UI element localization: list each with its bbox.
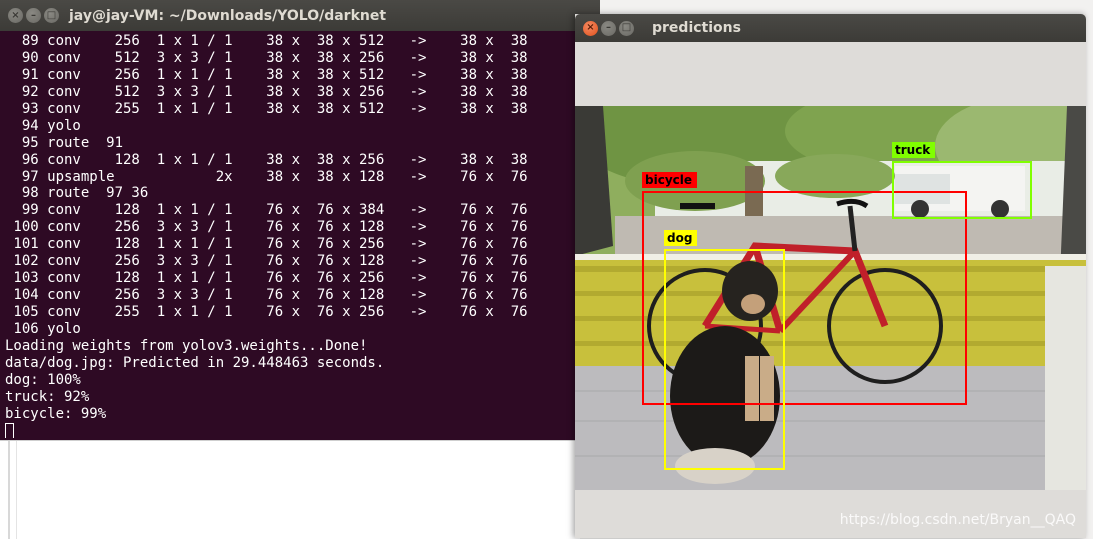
terminal-line: dog: 100% — [5, 371, 81, 388]
terminal-line: 96 conv 128 1 x 1 / 1 38 x 38 x 256 -> 3… — [5, 151, 528, 168]
truck-bounding-box — [892, 161, 1032, 219]
terminal-line: 98 route 97 36 — [5, 185, 149, 202]
terminal-line: 94 yolo — [5, 117, 81, 134]
terminal-line: 92 conv 512 3 x 3 / 1 38 x 38 x 256 -> 3… — [5, 83, 528, 100]
terminal-window[interactable]: × – □ jay@jay-VM: ~/Downloads/YOLO/darkn… — [0, 0, 600, 440]
terminal-line: 100 conv 256 3 x 3 / 1 76 x 76 x 128 -> … — [5, 219, 528, 236]
predictions-window[interactable]: × – □ predictions bicycle truck dog http… — [575, 14, 1086, 538]
minimize-icon[interactable]: – — [601, 20, 616, 36]
close-icon[interactable]: × — [583, 20, 598, 36]
window-edge — [8, 441, 10, 539]
terminal-line: truck: 92% — [5, 388, 90, 405]
terminal-line: Loading weights from yolov3.weights...Do… — [5, 337, 368, 354]
terminal-line: 97 upsample 2x 38 x 38 x 128 -> 76 x 76 — [5, 168, 528, 185]
terminal-line: 104 conv 256 3 x 3 / 1 76 x 76 x 128 -> … — [5, 287, 528, 304]
terminal-line: 90 conv 512 3 x 3 / 1 38 x 38 x 256 -> 3… — [5, 49, 528, 66]
terminal-line: 101 conv 128 1 x 1 / 1 76 x 76 x 256 -> … — [5, 236, 528, 253]
watermark: https://blog.csdn.net/Bryan__QAQ — [839, 512, 1076, 528]
terminal-line: 103 conv 128 1 x 1 / 1 76 x 76 x 256 -> … — [5, 270, 528, 287]
terminal-line: 106 yolo — [5, 320, 81, 337]
predictions-canvas: bicycle truck dog https://blog.csdn.net/… — [575, 42, 1086, 538]
terminal-line: 89 conv 256 1 x 1 / 1 38 x 38 x 512 -> 3… — [5, 33, 528, 49]
maximize-icon[interactable]: □ — [619, 20, 634, 36]
terminal-line: 99 conv 128 1 x 1 / 1 76 x 76 x 384 -> 7… — [5, 202, 528, 219]
background-window — [0, 440, 580, 539]
bicycle-label: bicycle — [642, 172, 698, 188]
window-controls: × – □ — [583, 20, 634, 36]
dog-label: dog — [664, 230, 698, 246]
terminal-line: 93 conv 255 1 x 1 / 1 38 x 38 x 512 -> 3… — [5, 100, 528, 117]
terminal-line: data/dog.jpg: Predicted in 29.448463 sec… — [5, 354, 385, 371]
window-edge — [16, 441, 17, 539]
terminal-title: jay@jay-VM: ~/Downloads/YOLO/darknet — [69, 7, 387, 24]
terminal-line: 105 conv 255 1 x 1 / 1 76 x 76 x 256 -> … — [5, 304, 528, 320]
dog-bounding-box — [664, 249, 785, 470]
maximize-icon[interactable]: □ — [44, 8, 59, 23]
terminal-line: 91 conv 256 1 x 1 / 1 38 x 38 x 512 -> 3… — [5, 66, 528, 83]
minimize-icon[interactable]: – — [26, 8, 41, 23]
predictions-title: predictions — [652, 20, 741, 36]
predictions-titlebar[interactable]: × – □ predictions — [575, 14, 1086, 42]
truck-label: truck — [892, 142, 936, 158]
terminal-lines: 89 conv 256 1 x 1 / 1 38 x 38 x 512 -> 3… — [5, 33, 600, 438]
close-icon[interactable]: × — [8, 8, 23, 23]
terminal-output[interactable]: 89 conv 256 1 x 1 / 1 38 x 38 x 512 -> 3… — [5, 33, 600, 438]
terminal-line: 95 route 91 — [5, 134, 124, 151]
terminal-cursor — [5, 422, 14, 438]
window-controls: × – □ — [8, 8, 59, 23]
prediction-image: bicycle truck dog — [575, 106, 1086, 490]
terminal-line: 102 conv 256 3 x 3 / 1 76 x 76 x 128 -> … — [5, 253, 528, 270]
terminal-line: bicycle: 99% — [5, 405, 107, 422]
terminal-prompt-line[interactable] — [5, 422, 600, 438]
terminal-titlebar[interactable]: × – □ jay@jay-VM: ~/Downloads/YOLO/darkn… — [0, 0, 600, 31]
